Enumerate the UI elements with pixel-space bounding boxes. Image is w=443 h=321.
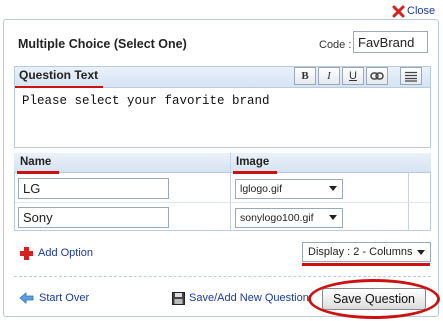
justify-button[interactable]	[400, 67, 422, 85]
add-option-label: Add Option	[38, 247, 94, 259]
annotation-underline	[17, 171, 59, 174]
plus-icon	[20, 246, 33, 260]
close-link[interactable]: Close	[392, 4, 435, 18]
italic-button[interactable]: I	[318, 67, 340, 85]
close-label: Close	[407, 5, 436, 17]
start-over-link[interactable]: Start Over	[19, 290, 89, 306]
add-option-link[interactable]: Add Option	[19, 244, 93, 262]
option-image-select[interactable]: lglogo.gif	[235, 179, 343, 199]
link-icon	[370, 72, 384, 80]
code-input[interactable]	[353, 31, 428, 53]
save-disk-icon	[172, 291, 185, 305]
option-name-input[interactable]	[18, 207, 169, 228]
question-text-editor[interactable]: Please select your favorite brand	[14, 88, 431, 148]
chevron-down-icon	[329, 215, 337, 220]
option-image-value: sonylogo100.gif	[240, 212, 314, 224]
display-columns-select[interactable]: Display : 2 - Columns	[302, 242, 431, 262]
chevron-down-icon	[417, 250, 425, 255]
option-image-select[interactable]: sonylogo100.gif	[235, 208, 343, 228]
start-over-label: Start Over	[39, 292, 90, 304]
column-header-image: Image	[236, 156, 270, 168]
option-name-input[interactable]	[18, 178, 169, 199]
link-button[interactable]	[366, 67, 388, 85]
row-divider	[15, 202, 430, 203]
display-value: Display : 2 - Columns	[308, 246, 413, 258]
save-question-button[interactable]: Save Question	[322, 288, 426, 310]
question-type-title: Multiple Choice (Select One)	[18, 37, 187, 51]
column-divider	[230, 153, 231, 231]
options-grid-header	[14, 153, 431, 173]
back-arrow-icon	[19, 292, 34, 304]
question-text-label: Question Text	[19, 68, 99, 82]
code-label: Code :	[319, 39, 352, 51]
annotation-underline	[302, 263, 430, 266]
save-add-label: Save/Add New Question	[189, 292, 309, 304]
divider	[14, 276, 431, 277]
close-icon	[392, 5, 405, 17]
justify-icon	[405, 71, 417, 82]
underline-button[interactable]: U	[342, 67, 364, 85]
bold-button[interactable]: B	[294, 67, 316, 85]
chevron-down-icon	[329, 186, 337, 191]
annotation-underline	[233, 171, 277, 174]
option-image-value: lglogo.gif	[240, 183, 283, 195]
save-add-new-question-link[interactable]: Save/Add New Question	[172, 290, 312, 306]
column-header-name: Name	[20, 156, 52, 168]
